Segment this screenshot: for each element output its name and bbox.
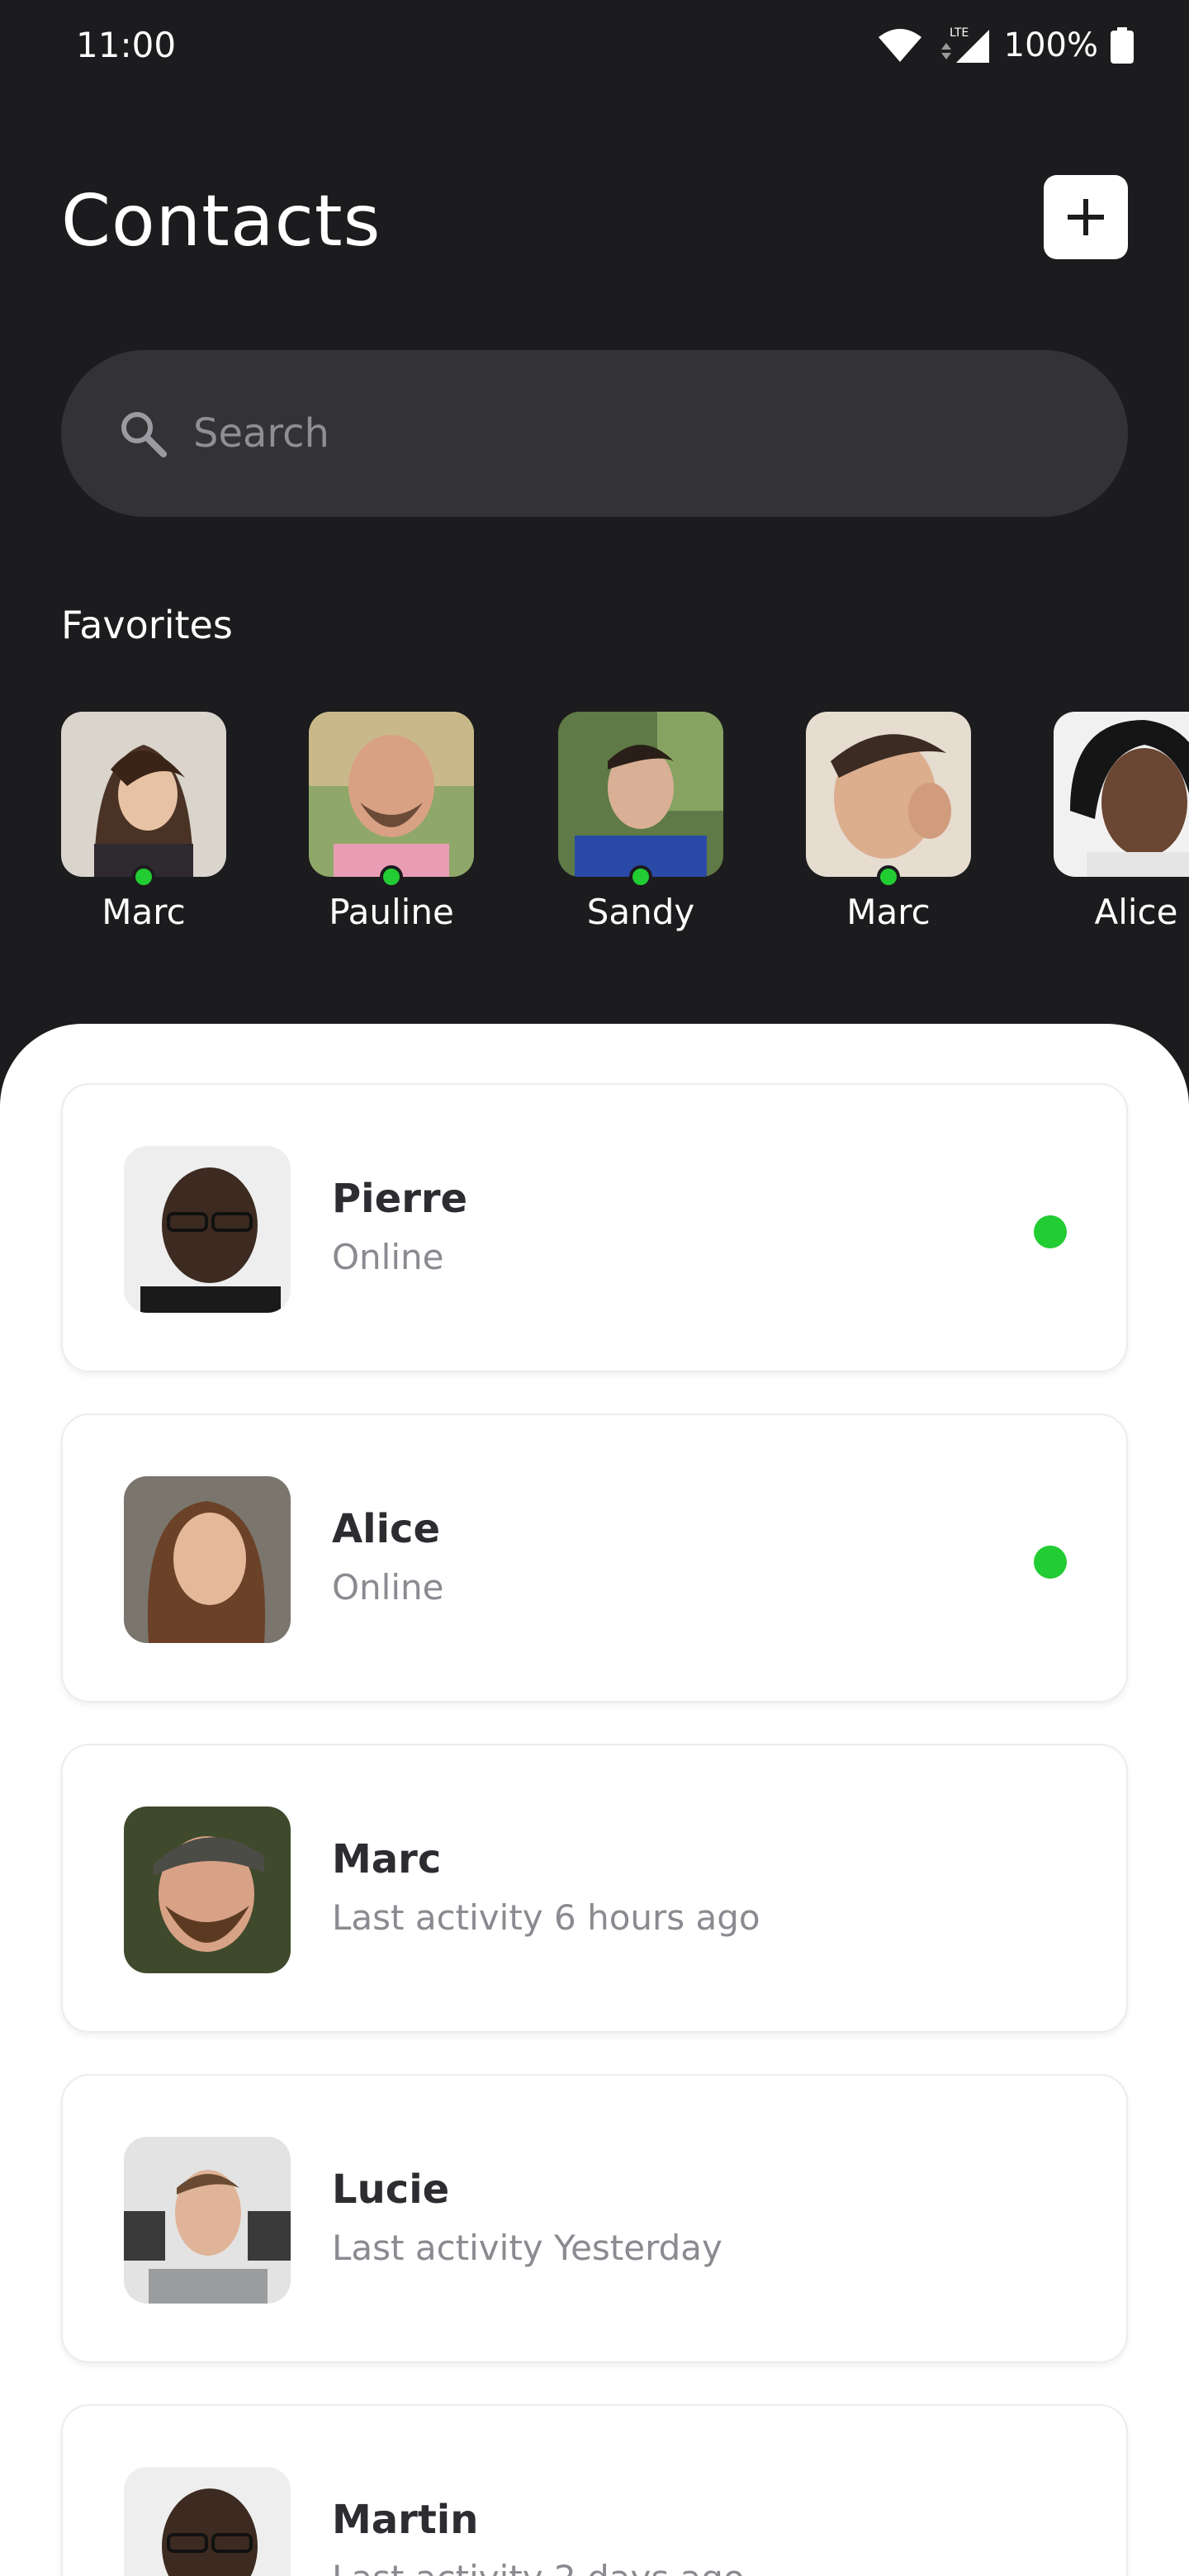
contact-name: Martin [332, 2497, 479, 2543]
favorite-name: Marc [846, 892, 931, 932]
search-bar[interactable] [61, 350, 1128, 517]
online-indicator [380, 865, 403, 888]
favorite-name: Alice [1094, 892, 1178, 932]
contact-list: Pierre Online Alice Online Marc Last act… [0, 1024, 1189, 2576]
avatar [558, 712, 723, 888]
contact-status: Online [332, 1237, 444, 1277]
wifi-icon [878, 29, 921, 62]
battery-icon [1111, 27, 1134, 64]
contacts-screen: 11:00 LTE 100% Contacts Search Favorites… [0, 0, 1189, 2576]
online-indicator [1034, 1215, 1067, 1248]
contact-card[interactable]: Lucie Last activity Yesterday [61, 2074, 1128, 2363]
search-input[interactable] [193, 410, 1019, 457]
contact-status: Online [332, 1567, 444, 1608]
favorite-item[interactable]: Alice [1054, 712, 1189, 932]
avatar [124, 1146, 291, 1313]
contact-name: Pierre [332, 1176, 468, 1222]
plus-icon [1068, 199, 1104, 235]
avatar [1054, 712, 1189, 877]
favorites-carousel[interactable]: Marc Pauline Sandy Marc Alice [61, 712, 1189, 959]
status-time: 11:00 [76, 25, 177, 65]
avatar [124, 1807, 291, 1973]
avatar [124, 2467, 291, 2576]
contact-name: Alice [332, 1506, 441, 1552]
avatar [124, 2137, 291, 2304]
contact-name: Marc [332, 1836, 442, 1882]
online-indicator [1034, 1546, 1067, 1579]
battery-percent: 100% [1003, 26, 1098, 64]
status-bar: 11:00 LTE 100% [0, 0, 1189, 91]
contact-card[interactable]: Alice Online [61, 1413, 1128, 1702]
online-indicator [132, 865, 155, 888]
favorite-name: Pauline [329, 892, 454, 932]
page-title: Contacts [61, 180, 381, 263]
add-contact-button[interactable] [1044, 175, 1128, 259]
contact-status: Last activity 6 hours ago [332, 1897, 760, 1938]
contact-name: Lucie [332, 2166, 450, 2213]
favorite-item[interactable]: Sandy [558, 712, 723, 932]
avatar [124, 1476, 291, 1643]
favorite-name: Sandy [586, 892, 695, 932]
avatar [806, 712, 971, 888]
avatar [309, 712, 474, 888]
favorite-item[interactable]: Marc [61, 712, 226, 932]
online-indicator [629, 865, 652, 888]
favorite-item[interactable]: Marc [806, 712, 971, 932]
favorite-item[interactable]: Pauline [309, 712, 474, 932]
contact-card[interactable]: Pierre Online [61, 1083, 1128, 1372]
contact-card[interactable]: Martin Last activity 2 days ago [61, 2404, 1128, 2576]
online-indicator [877, 865, 900, 888]
contact-status: Last activity 2 days ago [332, 2558, 745, 2576]
contact-card[interactable]: Marc Last activity 6 hours ago [61, 1744, 1128, 2033]
favorite-name: Marc [102, 892, 186, 932]
search-icon [121, 412, 167, 457]
network-type-label: LTE [950, 26, 969, 40]
avatar [61, 712, 226, 888]
status-icons: LTE 100% [877, 21, 1135, 69]
contact-status: Last activity Yesterday [332, 2228, 722, 2268]
cellular-signal-icon: LTE [940, 26, 989, 63]
favorites-title: Favorites [61, 603, 233, 647]
